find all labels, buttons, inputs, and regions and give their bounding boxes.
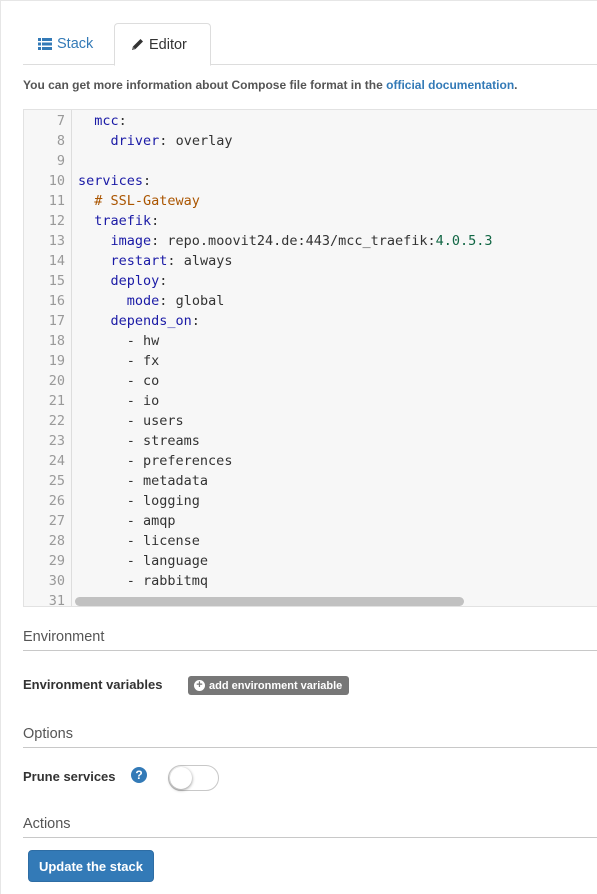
add-environment-variable-label: add environment variable: [209, 679, 343, 692]
code-line: - amqp: [126, 513, 176, 529]
code-line: - hw: [126, 333, 160, 349]
line-number: 15: [48, 273, 65, 289]
line-number: 18: [48, 333, 65, 349]
code-line: - logging: [126, 493, 200, 509]
line-number: 8: [56, 133, 65, 149]
code-line: mcc:: [94, 113, 127, 129]
line-number: 14: [48, 253, 65, 269]
environment-section-title: Environment: [23, 629, 597, 651]
code-line: - streams: [126, 433, 200, 449]
line-number: 26: [48, 493, 65, 509]
stack-editor-panel: Stack Editor You can get more informatio…: [0, 0, 597, 894]
line-number: 20: [48, 373, 65, 389]
code-line: - license: [126, 533, 200, 549]
code-line: - rabbitmq: [126, 573, 209, 589]
code-line: - fx: [126, 353, 160, 369]
line-number: 21: [48, 393, 65, 409]
line-number: 23: [48, 433, 65, 449]
code-line: - preferences: [126, 453, 233, 469]
toggle-knob: [170, 767, 192, 789]
code-line: services:: [78, 173, 152, 189]
line-number: 24: [48, 453, 65, 469]
compose-info-text: You can get more information about Compo…: [23, 78, 518, 92]
code-line: mode: global: [126, 293, 225, 309]
line-number-gutter: 7 8 9 10 11 12 13 14 15 16 17 18 19 20 21 22 23 24 25 26 27 2…: [24, 110, 72, 606]
plus-circle-icon: +: [194, 680, 205, 691]
tab-editor-label: Editor: [149, 36, 187, 53]
line-number: 9: [56, 153, 65, 169]
code-content[interactable]: mcc: driver: overlay services: # SSL-Gate…: [73, 110, 597, 606]
code-line: driver: overlay: [110, 133, 233, 149]
environment-variables-label: Environment variables: [23, 677, 163, 692]
code-line: depends_on:: [110, 313, 200, 329]
code-line: deploy:: [110, 273, 168, 289]
actions-section-title: Actions: [23, 816, 597, 838]
tab-bar: Stack Editor: [23, 23, 597, 66]
update-stack-button[interactable]: Update the stack: [28, 850, 154, 882]
line-number: 27: [48, 513, 65, 529]
line-number: 12: [48, 213, 65, 229]
line-number: 16: [48, 293, 65, 309]
line-number: 25: [48, 473, 65, 489]
code-line: - language: [126, 553, 209, 569]
code-line: # SSL-Gateway: [94, 193, 200, 209]
list-icon: [38, 37, 52, 51]
code-line: image: repo.moovit24.de:443/mcc_traefik:…: [110, 233, 493, 249]
add-environment-variable-button[interactable]: + add environment variable: [188, 676, 350, 695]
code-line: - users: [126, 413, 184, 429]
line-number: 30: [48, 573, 65, 589]
tab-editor[interactable]: Editor: [114, 23, 211, 66]
pencil-icon: [130, 38, 144, 52]
code-line: - io: [126, 393, 160, 409]
question-circle-icon[interactable]: ?: [131, 767, 147, 783]
code-line: - metadata: [126, 473, 209, 489]
prune-services-label: Prune services: [23, 769, 116, 784]
code-editor[interactable]: 7 8 9 10 11 12 13 14 15 16 17 18 19 20 21 22 23 24 25 26 27 2…: [23, 109, 597, 607]
code-line: - co: [126, 373, 160, 389]
tab-stack[interactable]: Stack: [23, 23, 113, 65]
line-number: 28: [48, 533, 65, 549]
horizontal-scrollbar[interactable]: [75, 597, 464, 606]
line-number: 29: [48, 553, 65, 569]
line-number: 11: [48, 193, 65, 209]
line-number: 7: [56, 113, 65, 129]
options-section-title: Options: [23, 726, 597, 748]
line-number: 17: [48, 313, 65, 329]
code-line: traefik:: [94, 213, 160, 229]
line-number: 22: [48, 413, 65, 429]
official-documentation-link[interactable]: official documentation: [386, 78, 514, 92]
code-line: restart: always: [110, 253, 233, 269]
line-number: 31: [48, 593, 65, 607]
tab-stack-label: Stack: [57, 36, 94, 52]
line-number: 10: [48, 173, 65, 189]
prune-services-toggle[interactable]: [168, 765, 219, 791]
line-number: 13: [48, 233, 65, 249]
line-number: 19: [48, 353, 65, 369]
